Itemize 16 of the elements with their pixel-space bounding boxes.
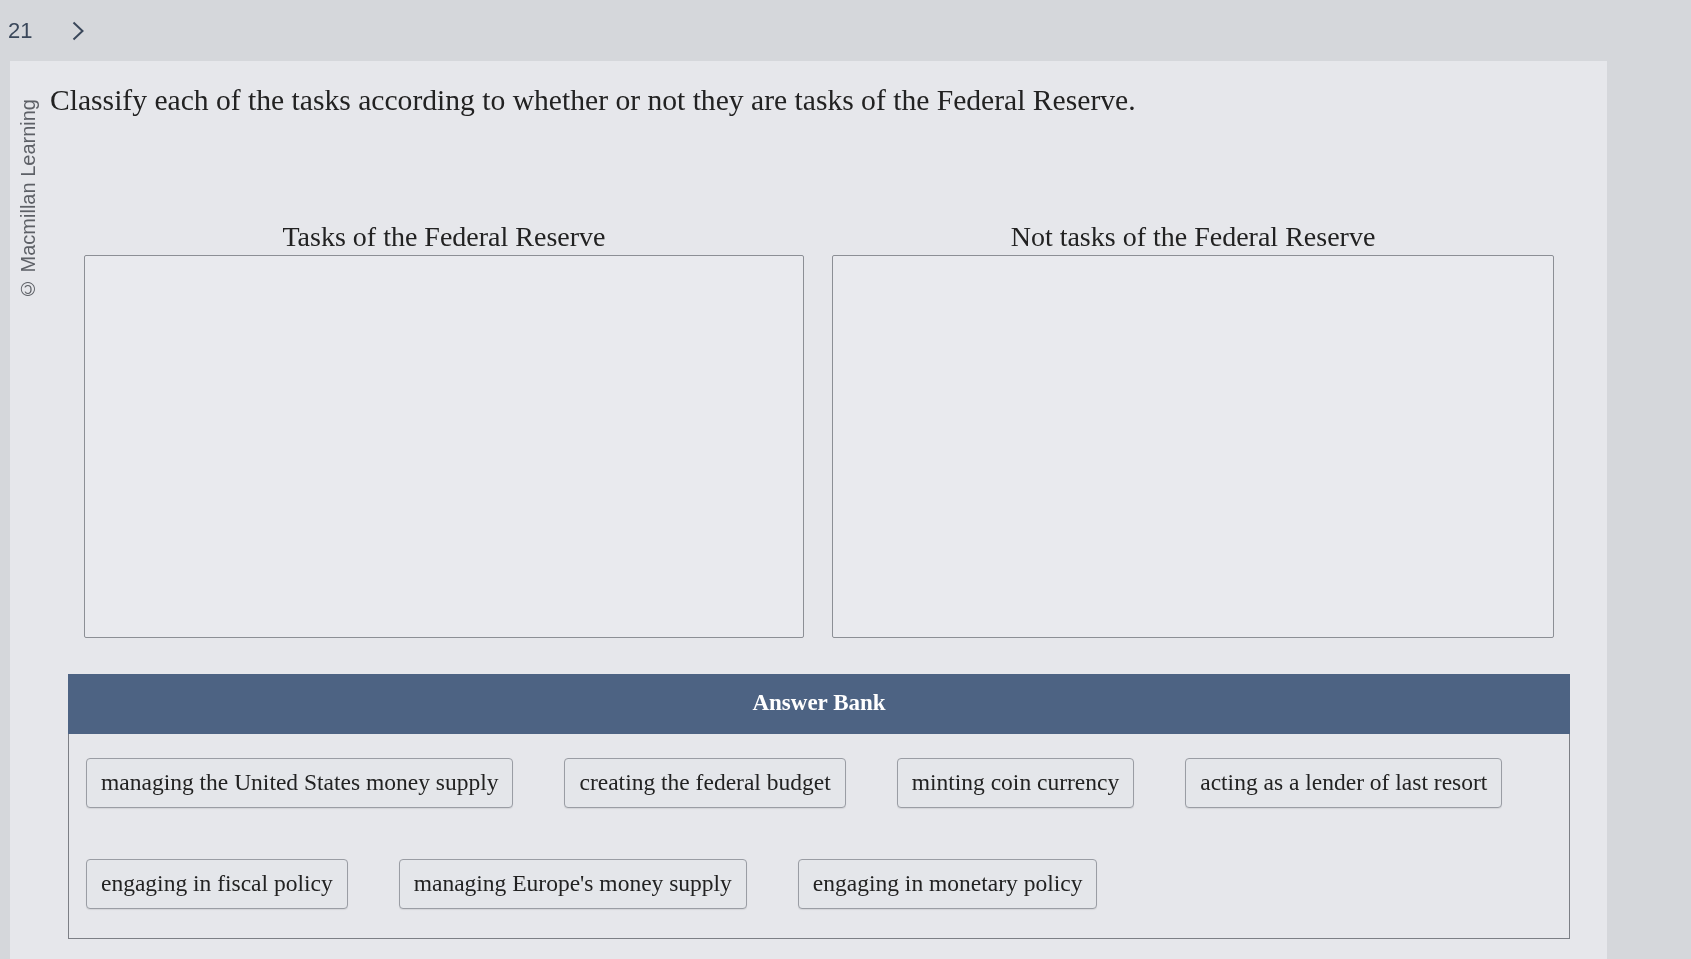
drop-zone[interactable] <box>832 254 1554 638</box>
category-heading: Tasks of the Federal Reserve <box>281 219 607 254</box>
category-heading: Not tasks of the Federal Reserve <box>1009 219 1377 254</box>
answer-tile[interactable]: minting coin currency <box>896 757 1135 808</box>
answer-tile[interactable]: managing the United States money supply <box>86 757 514 808</box>
answer-tile[interactable]: engaging in fiscal policy <box>86 858 348 909</box>
answer-bank-header: Answer Bank <box>68 673 1570 734</box>
question-prompt: Classify each of the tasks according to whether or not they are tasks of the Federal Reserve. <box>50 83 1136 118</box>
question-number: 21 <box>8 19 33 42</box>
copyright-text: © Macmillan Learning <box>17 99 39 300</box>
answer-tile[interactable]: engaging in monetary policy <box>797 858 1098 909</box>
answer-tile[interactable]: creating the federal budget <box>564 757 846 808</box>
drop-zone[interactable] <box>84 254 804 638</box>
chevron-right-icon[interactable] <box>72 20 85 41</box>
answer-tile[interactable]: managing Europe's money supply <box>398 858 747 909</box>
answer-tile[interactable]: acting as a lender of last resort <box>1185 757 1503 808</box>
